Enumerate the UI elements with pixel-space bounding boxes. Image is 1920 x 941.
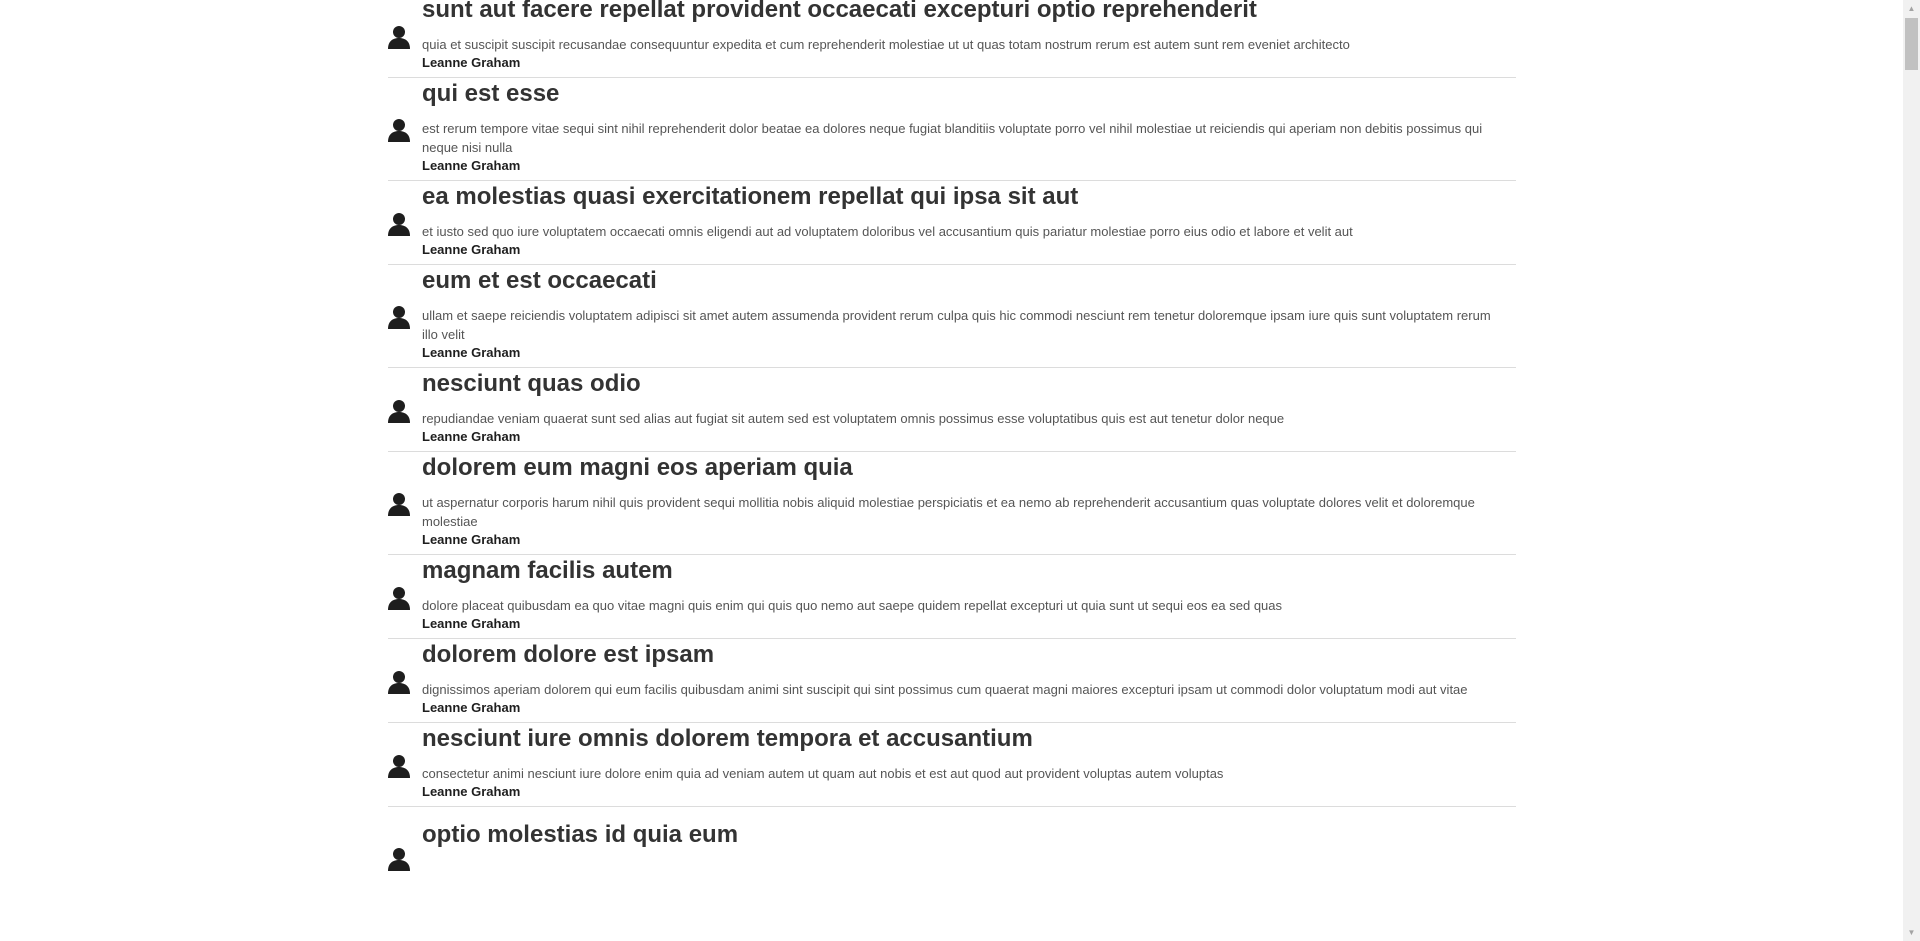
post-title[interactable]: ea molestias quasi exercitationem repell…	[422, 181, 1508, 211]
post-item[interactable]: magnam facilis autem dolore placeat quib…	[388, 555, 1516, 639]
post-author[interactable]: Leanne Graham	[422, 241, 1508, 258]
post-content: sunt aut facere repellat provident occae…	[422, 0, 1508, 71]
page: sunt aut facere repellat provident occae…	[0, 0, 1920, 941]
user-icon	[388, 662, 422, 694]
user-icon	[388, 17, 422, 49]
post-title[interactable]: magnam facilis autem	[422, 555, 1508, 585]
post-body: ullam et saepe reiciendis voluptatem adi…	[422, 308, 1491, 342]
post-item[interactable]: nesciunt iure omnis dolorem tempora et a…	[388, 723, 1516, 807]
post-item[interactable]: sunt aut facere repellat provident occae…	[388, 0, 1516, 78]
post-item[interactable]: dolorem eum magni eos aperiam quia ut as…	[388, 452, 1516, 555]
post-body: consectetur animi nesciunt iure dolore e…	[422, 766, 1224, 781]
post-content: magnam facilis autem dolore placeat quib…	[422, 555, 1508, 632]
post-body: et iusto sed quo iure voluptatem occaeca…	[422, 224, 1353, 239]
vertical-scrollbar[interactable]: ▲ ▼	[1903, 0, 1920, 941]
post-content: dolorem dolore est ipsam dignissimos ape…	[422, 639, 1508, 716]
post-item[interactable]: qui est esse est rerum tempore vitae seq…	[388, 78, 1516, 181]
post-item[interactable]: nesciunt quas odio repudiandae veniam qu…	[388, 368, 1516, 452]
user-icon	[388, 391, 422, 423]
post-title[interactable]: eum et est occaecati	[422, 265, 1508, 295]
user-icon	[388, 297, 422, 329]
post-title[interactable]: qui est esse	[422, 78, 1508, 108]
post-content: eum et est occaecati ullam et saepe reic…	[422, 265, 1508, 361]
post-content: nesciunt quas odio repudiandae veniam qu…	[422, 368, 1508, 445]
post-author[interactable]: Leanne Graham	[422, 531, 1508, 548]
post-body: dolore placeat quibusdam ea quo vitae ma…	[422, 598, 1283, 613]
post-body: repudiandae veniam quaerat sunt sed alia…	[422, 411, 1285, 426]
post-author[interactable]: Leanne Graham	[422, 54, 1508, 71]
post-item[interactable]: dolorem dolore est ipsam dignissimos ape…	[388, 639, 1516, 723]
post-title[interactable]: dolorem eum magni eos aperiam quia	[422, 452, 1508, 482]
post-title[interactable]: nesciunt iure omnis dolorem tempora et a…	[422, 723, 1508, 753]
post-list: sunt aut facere repellat provident occae…	[388, 0, 1516, 877]
user-icon	[388, 578, 422, 610]
post-item[interactable]: ea molestias quasi exercitationem repell…	[388, 181, 1516, 265]
user-icon	[388, 807, 422, 871]
post-author[interactable]: Leanne Graham	[422, 344, 1508, 361]
post-item[interactable]: optio molestias id quia eum	[388, 807, 1516, 877]
post-author[interactable]: Leanne Graham	[422, 428, 1508, 445]
scroll-up-arrow-icon[interactable]: ▲	[1903, 0, 1920, 17]
post-content: nesciunt iure omnis dolorem tempora et a…	[422, 723, 1508, 800]
post-body: est rerum tempore vitae sequi sint nihil…	[422, 121, 1483, 155]
user-icon	[388, 746, 422, 778]
post-content: dolorem eum magni eos aperiam quia ut as…	[422, 452, 1508, 548]
user-icon	[388, 110, 422, 142]
post-content: qui est esse est rerum tempore vitae seq…	[422, 78, 1508, 174]
post-author[interactable]: Leanne Graham	[422, 157, 1508, 174]
post-title[interactable]: dolorem dolore est ipsam	[422, 639, 1508, 669]
post-author[interactable]: Leanne Graham	[422, 783, 1508, 800]
post-title[interactable]: optio molestias id quia eum	[422, 819, 1508, 849]
scroll-down-arrow-icon[interactable]: ▼	[1903, 924, 1920, 941]
post-body: dignissimos aperiam dolorem qui eum faci…	[422, 682, 1468, 697]
scrollbar-thumb[interactable]	[1905, 18, 1918, 70]
post-body: quia et suscipit suscipit recusandae con…	[422, 37, 1350, 52]
post-content: optio molestias id quia eum	[422, 819, 1508, 860]
post-body: ut aspernatur corporis harum nihil quis …	[422, 495, 1475, 529]
user-icon	[388, 484, 422, 516]
post-author[interactable]: Leanne Graham	[422, 615, 1508, 632]
post-item[interactable]: eum et est occaecati ullam et saepe reic…	[388, 265, 1516, 368]
post-content: ea molestias quasi exercitationem repell…	[422, 181, 1508, 258]
post-title[interactable]: nesciunt quas odio	[422, 368, 1508, 398]
post-author[interactable]: Leanne Graham	[422, 699, 1508, 716]
user-icon	[388, 204, 422, 236]
post-title[interactable]: sunt aut facere repellat provident occae…	[422, 0, 1508, 24]
